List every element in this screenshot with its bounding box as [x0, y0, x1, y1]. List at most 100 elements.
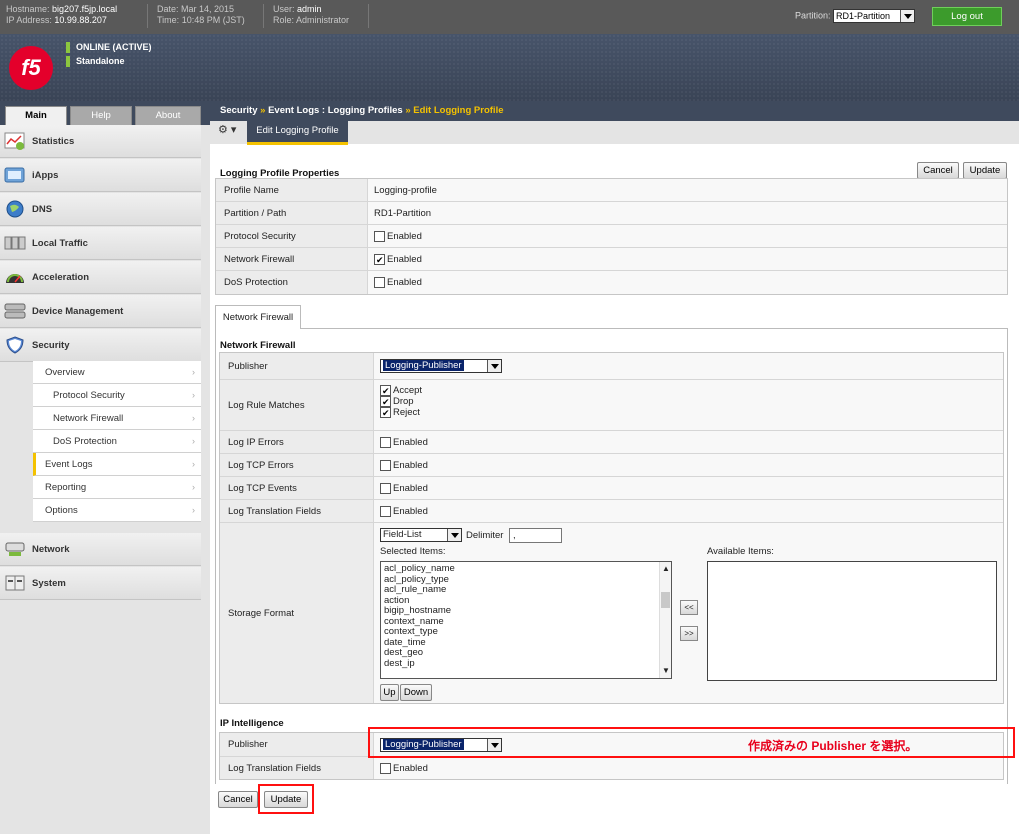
subnav-network-firewall[interactable]: Network Firewall › [33, 407, 201, 430]
storage-format-editor: Field-List Delimiter , Selected Items: A… [374, 523, 1003, 703]
table-row: Log TCP Errors Enabled [220, 454, 1003, 477]
network-firewall-checkbox[interactable] [374, 253, 385, 265]
nav-iapps[interactable]: iApps [0, 159, 201, 192]
row-label: Log Translation Fields [220, 757, 374, 779]
dos-protection-checkbox[interactable] [374, 277, 385, 288]
nav-device-management-label: Device Management [32, 306, 124, 317]
list-scrollbar[interactable]: ▲ ▼ [659, 562, 671, 678]
list-item[interactable]: context_type [384, 626, 657, 638]
partition-selector: Partition: RD1-Partition [795, 9, 916, 23]
chevron-right-icon: › [192, 413, 195, 423]
gear-icon[interactable]: ⚙ ▾ [218, 123, 248, 142]
row-label: Publisher [220, 733, 374, 756]
nf-log-translation-checkbox[interactable] [380, 505, 391, 517]
list-item[interactable]: acl_policy_name [384, 563, 657, 575]
bottom-cancel-button[interactable]: Cancel [218, 791, 258, 808]
panel-right-border [1007, 328, 1008, 784]
nav-dns-label: DNS [32, 204, 53, 215]
nav-acceleration-label: Acceleration [32, 272, 90, 283]
partition-dropdown[interactable]: RD1-Partition [833, 9, 916, 23]
move-left-button[interactable]: << [680, 600, 698, 615]
table-row: Publisher Logging-Publisher [220, 353, 1003, 380]
list-item[interactable]: dest_geo [384, 647, 657, 659]
available-items-label: Available Items: [707, 546, 774, 557]
row-label: Network Firewall [216, 248, 368, 270]
datetime-info: Date: Mar 14, 2015 Time: 10:48 PM (JST) [157, 4, 245, 26]
table-row: DoS Protection Enabled [216, 271, 1007, 294]
breadcrumb-security[interactable]: Security [220, 105, 258, 116]
nav-network[interactable]: Network [0, 533, 201, 566]
network-firewall-title: Network Firewall [220, 340, 296, 351]
move-right-button[interactable]: >> [680, 626, 698, 641]
update-button[interactable]: Update [963, 162, 1007, 179]
row-label: Log TCP Events [220, 477, 374, 499]
delimiter-label: Delimiter [466, 530, 504, 541]
nav-local-traffic[interactable]: Local Traffic [0, 227, 201, 260]
delimiter-input[interactable]: , [509, 528, 562, 543]
list-item[interactable]: bigip_hostname [384, 605, 657, 617]
role-value: Administrator [296, 15, 350, 25]
nav-dns[interactable]: DNS [0, 193, 201, 226]
log-tcp-errors-checkbox[interactable] [380, 459, 391, 471]
selected-items-list[interactable]: acl_policy_name acl_policy_type acl_rule… [380, 561, 672, 679]
table-row: Storage Format Field-List Delimiter , Se… [220, 523, 1003, 703]
nav-acceleration[interactable]: Acceleration [0, 261, 201, 294]
tab-network-firewall[interactable]: Network Firewall [215, 305, 301, 329]
ipi-log-translation-checkbox[interactable] [380, 762, 391, 774]
list-item[interactable]: acl_rule_name [384, 584, 657, 596]
subnav-protocol-security[interactable]: Protocol Security › [33, 384, 201, 407]
nav-network-label: Network [32, 544, 70, 555]
log-tcp-events-checkbox[interactable] [380, 482, 391, 494]
cancel-button[interactable]: Cancel [917, 162, 959, 179]
annotation-highlight-update [258, 784, 314, 814]
move-down-button[interactable]: Down [400, 684, 432, 701]
chevron-down-icon [487, 360, 501, 372]
available-items-list[interactable] [707, 561, 997, 681]
storage-type-select[interactable]: Field-List [380, 528, 462, 542]
tab-main[interactable]: Main [5, 106, 67, 125]
scroll-thumb[interactable] [661, 592, 670, 608]
subnav-reporting[interactable]: Reporting › [33, 476, 201, 499]
nav-statistics[interactable]: Statistics [0, 125, 201, 158]
list-item[interactable]: dest_ip [384, 658, 657, 670]
nav-security[interactable]: Security [0, 329, 201, 362]
subnav-dos-protection[interactable]: DoS Protection › [33, 430, 201, 453]
tab-edit-logging-profile[interactable]: Edit Logging Profile [247, 121, 348, 145]
statistics-icon [4, 132, 25, 150]
checkbox-label: Enabled [393, 436, 428, 448]
move-up-button[interactable]: Up [380, 684, 399, 701]
ip-value: 10.99.88.207 [54, 15, 107, 25]
tab-help[interactable]: Help [70, 106, 132, 125]
scroll-up-icon[interactable]: ▲ [662, 564, 670, 575]
tab-about[interactable]: About [135, 106, 201, 125]
row-label: Log TCP Errors [220, 454, 374, 476]
nav-system[interactable]: System [0, 567, 201, 600]
row-label: Partition / Path [216, 202, 368, 224]
drop-checkbox[interactable] [380, 396, 391, 408]
role-label: Role: [273, 15, 295, 25]
nav-tabs: Main Help About [0, 101, 210, 125]
reject-checkbox[interactable] [380, 407, 391, 419]
nf-publisher-select[interactable]: Logging-Publisher [380, 359, 502, 373]
row-label: Publisher [220, 353, 374, 379]
user-value: admin [297, 4, 322, 14]
nav-device-management[interactable]: Device Management [0, 295, 201, 328]
subnav-options[interactable]: Options › [33, 499, 201, 522]
scroll-down-icon[interactable]: ▼ [662, 666, 670, 677]
subnav-event-logs[interactable]: Event Logs › [33, 453, 201, 476]
accept-checkbox[interactable] [380, 385, 391, 396]
left-navigation: Main Help About Statistics iApps DNS Loc… [0, 101, 210, 834]
nav-system-label: System [32, 578, 66, 589]
subnav-overview[interactable]: Overview › [33, 361, 201, 384]
checkbox-label: Accept [393, 385, 423, 397]
logout-button[interactable]: Log out [932, 7, 1002, 26]
table-row: Log Rule Matches Accept Drop Reject [220, 380, 1003, 431]
log-ip-errors-checkbox[interactable] [380, 436, 391, 448]
top-status-bar: Hostname: big207.f5jp.local IP Address: … [0, 0, 1019, 34]
partition-path-value: RD1-Partition [368, 202, 1007, 224]
chevron-right-icon: › [192, 390, 195, 400]
ip-label: IP Address: [6, 15, 52, 25]
list-item[interactable]: date_time [384, 637, 657, 649]
breadcrumb-logging-profiles[interactable]: Event Logs : Logging Profiles [268, 105, 403, 116]
protocol-security-checkbox[interactable] [374, 230, 385, 242]
